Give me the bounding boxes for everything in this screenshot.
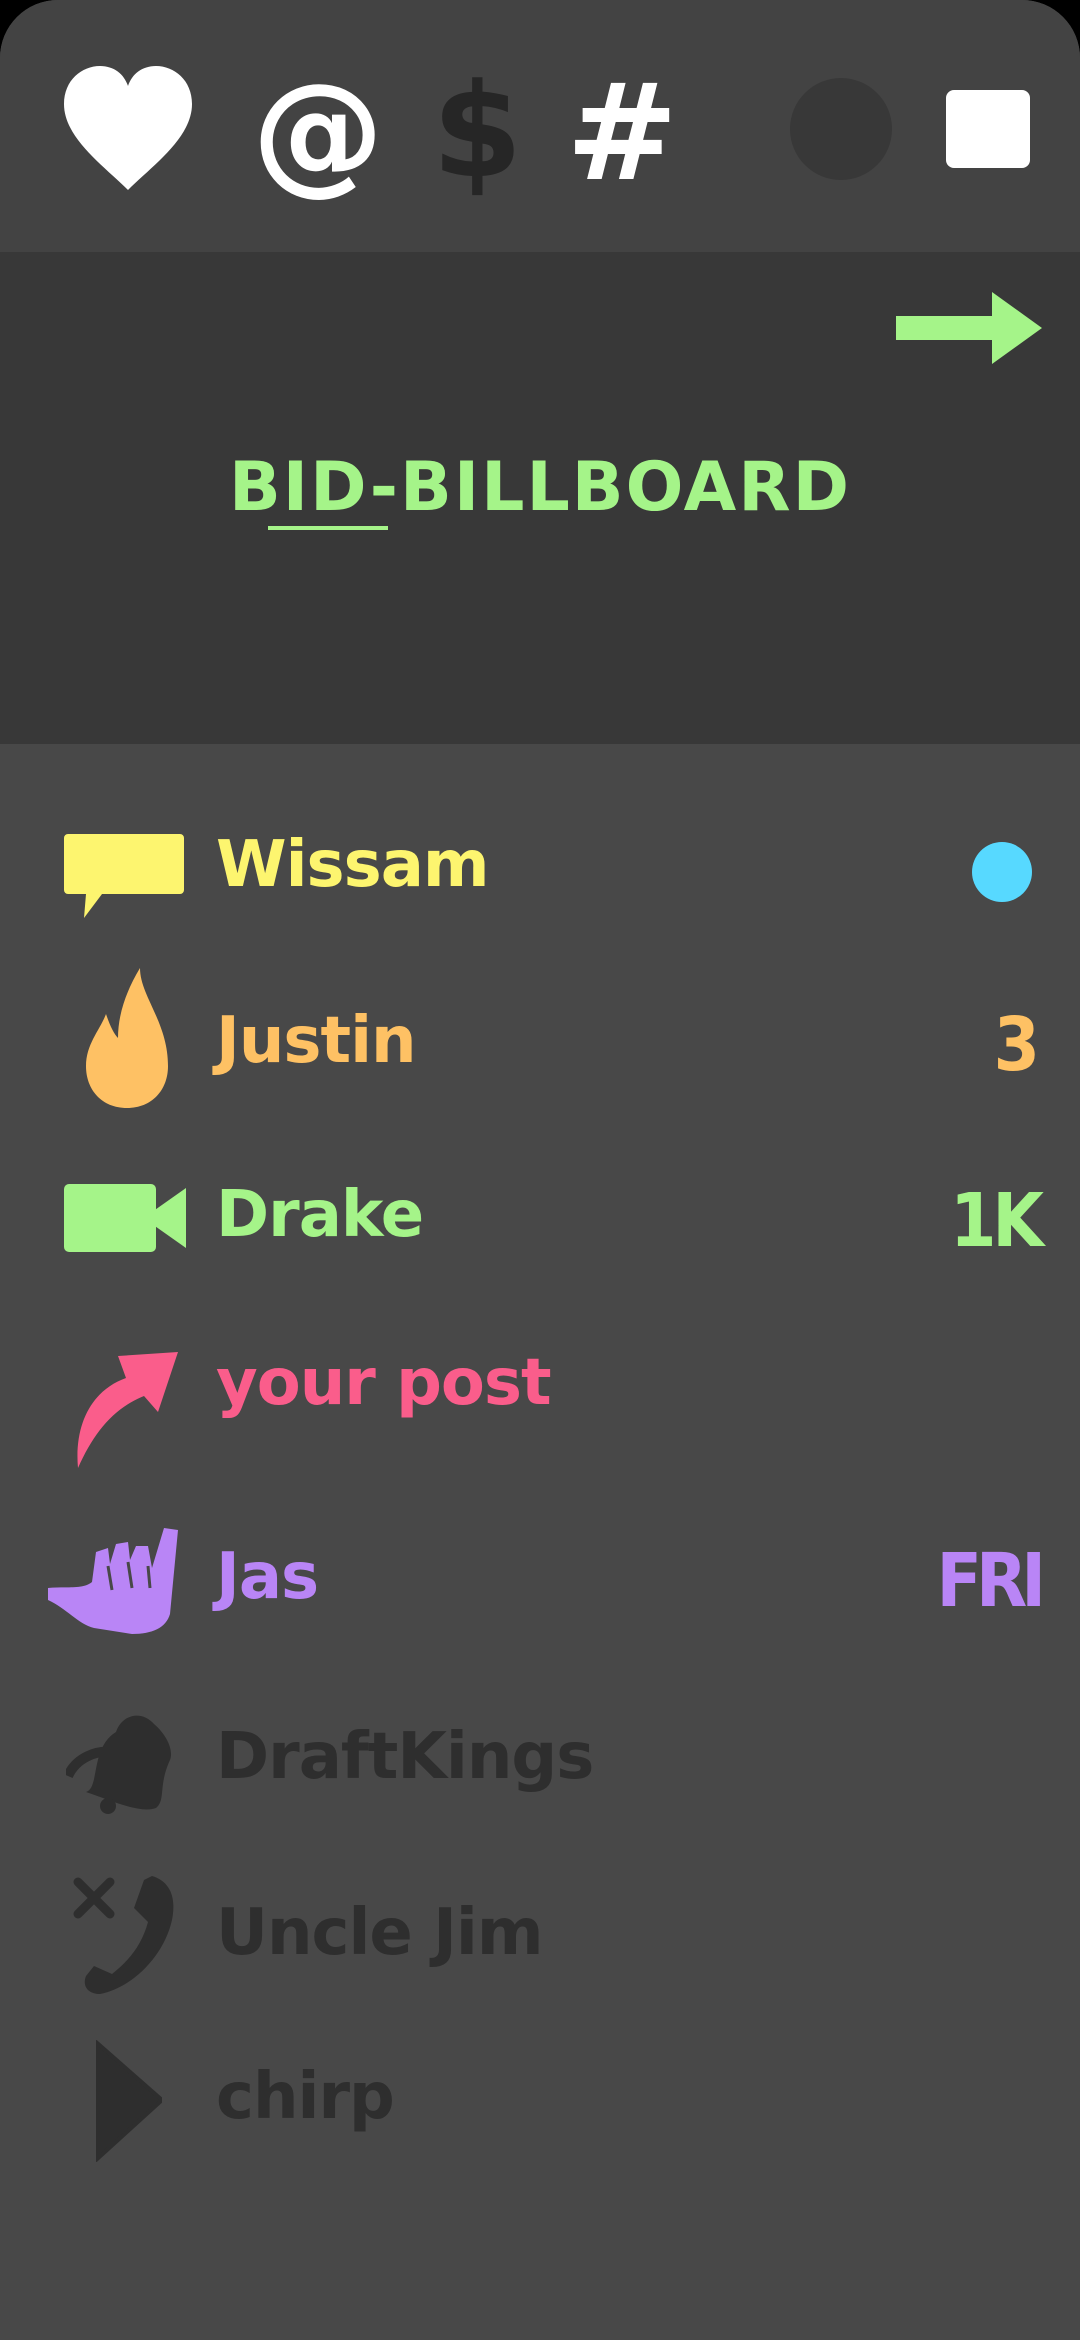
title-underline <box>268 526 388 530</box>
app-screen: @ $ # BID-BILLBOARD Wissam Justin 3 Drak… <box>0 0 1080 2340</box>
count-label: 3 <box>993 1002 1040 1088</box>
list-item[interactable]: chirp <box>0 2028 1080 2188</box>
sender-name: Justin <box>216 1004 417 1078</box>
list-item[interactable]: DraftKings <box>0 1676 1080 1836</box>
sender-name: Wissam <box>216 828 490 902</box>
list-item[interactable]: Wissam <box>0 790 1080 950</box>
list-item[interactable]: Jas FRI <box>0 1500 1080 1660</box>
post-label: your post <box>216 1346 552 1420</box>
list-item[interactable]: Drake 1K <box>0 1138 1080 1298</box>
sender-name: DraftKings <box>216 1720 594 1794</box>
heart-icon[interactable] <box>64 66 192 194</box>
chat-bubble-icon <box>64 834 184 918</box>
list-item[interactable]: Justin 3 <box>0 962 1080 1122</box>
sender-name: Uncle Jim <box>216 1896 544 1970</box>
play-icon <box>96 2040 162 2162</box>
list-item[interactable]: Uncle Jim <box>0 1852 1080 2012</box>
hash-icon[interactable]: # <box>566 66 678 200</box>
day-label: FRI <box>936 1538 1045 1624</box>
dollar-icon[interactable]: $ <box>432 66 522 196</box>
sender-name: chirp <box>216 2060 395 2134</box>
sender-name: Jas <box>216 1540 319 1614</box>
count-label: 1K <box>950 1178 1044 1264</box>
list-item[interactable]: your post <box>0 1314 1080 1474</box>
shaka-hand-icon <box>48 1528 180 1636</box>
unread-dot-badge <box>972 842 1032 902</box>
square-icon[interactable] <box>946 90 1030 168</box>
share-arrow-icon <box>74 1352 178 1468</box>
at-icon[interactable]: @ <box>252 66 384 198</box>
bell-icon <box>66 1706 176 1814</box>
missed-call-icon <box>72 1876 180 1994</box>
billboard-title: BID-BILLBOARD <box>228 448 852 527</box>
flame-icon <box>84 968 170 1108</box>
sender-name: Drake <box>216 1178 424 1252</box>
top-bar: @ $ # <box>0 0 1080 252</box>
arrow-right-icon[interactable] <box>896 292 1042 364</box>
bid-billboard-banner[interactable]: BID-BILLBOARD <box>0 252 1080 744</box>
status-circle-icon[interactable] <box>790 78 892 180</box>
video-camera-icon <box>64 1184 186 1252</box>
